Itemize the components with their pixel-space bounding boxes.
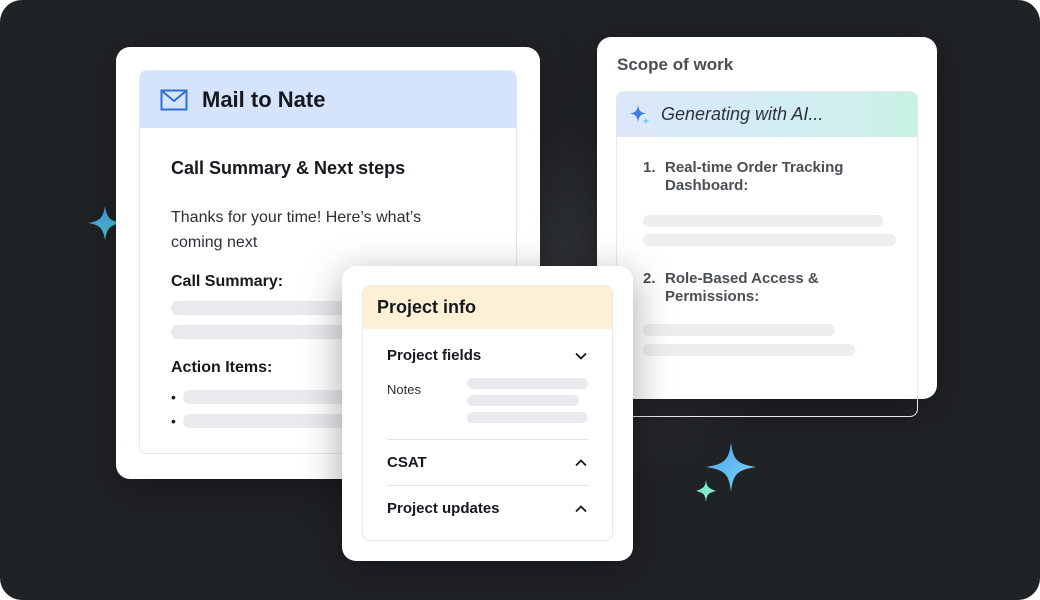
stage-background: Mail to Nate Call Summary & Next steps T…: [0, 0, 1040, 600]
mail-greeting: Thanks for your time! Here’s what’s comi…: [171, 209, 422, 251]
csat-section: CSAT: [387, 440, 588, 485]
notes-label: Notes: [387, 382, 421, 397]
chevron-up-icon: [575, 504, 587, 512]
project-updates-toggle[interactable]: Project updates: [387, 486, 588, 531]
item-title: Real-time Order Tracking Dashboard:: [665, 159, 844, 194]
ai-generating-banner: Generating with AI...: [617, 92, 917, 137]
item-number: 2.: [643, 270, 656, 287]
list-item: 2. Role-Based Access & Permissions:: [643, 270, 917, 306]
sparkle-icon-large-right: [696, 442, 756, 502]
text-placeholder: [643, 215, 883, 227]
mail-title: Mail to Nate: [202, 86, 326, 112]
project-title: Project info: [377, 297, 477, 317]
project-updates-section: Project updates: [387, 486, 588, 531]
item-title: Role-Based Access & Permissions:: [665, 270, 819, 305]
ai-sparkle-icon: [630, 104, 650, 125]
project-panel: Project info Project fields Notes CSAT P…: [362, 285, 613, 541]
text-placeholder: [643, 344, 855, 356]
project-card: Project info Project fields Notes CSAT P…: [342, 266, 633, 561]
section-label: Project fields: [387, 347, 482, 364]
text-placeholder: [643, 324, 835, 336]
bullet: •: [171, 413, 176, 429]
scope-card: Scope of work Generating with AI... 1. R…: [597, 37, 937, 417]
mail-header: Mail to Nate: [140, 71, 516, 128]
scope-list: 1. Real-time Order Tracking Dashboard: 2…: [617, 137, 917, 356]
section-label: Project updates: [387, 500, 500, 517]
text-placeholder: [467, 395, 579, 406]
text-placeholder: [643, 234, 896, 246]
notes-value: [467, 378, 588, 429]
chevron-down-icon: [575, 352, 587, 360]
project-fields-section: Project fields Notes: [387, 333, 588, 439]
scope-panel: Generating with AI... 1. Real-time Order…: [616, 91, 918, 417]
text-placeholder: [467, 412, 588, 423]
chevron-up-icon: [575, 458, 587, 466]
text-placeholder: [467, 378, 588, 389]
bullet: •: [171, 389, 176, 405]
project-header: Project info: [363, 286, 612, 329]
notes-field: Notes: [387, 378, 588, 439]
ai-status-text: Generating with AI...: [661, 104, 824, 124]
section-label: CSAT: [387, 454, 427, 471]
csat-toggle[interactable]: CSAT: [387, 440, 588, 485]
project-fields-toggle[interactable]: Project fields: [387, 333, 588, 378]
item-number: 1.: [643, 159, 656, 176]
mail-subject: Call Summary & Next steps: [171, 158, 406, 178]
list-item: 1. Real-time Order Tracking Dashboard:: [643, 159, 917, 195]
envelope-icon: [160, 89, 188, 110]
scope-title: Scope of work: [617, 55, 734, 74]
